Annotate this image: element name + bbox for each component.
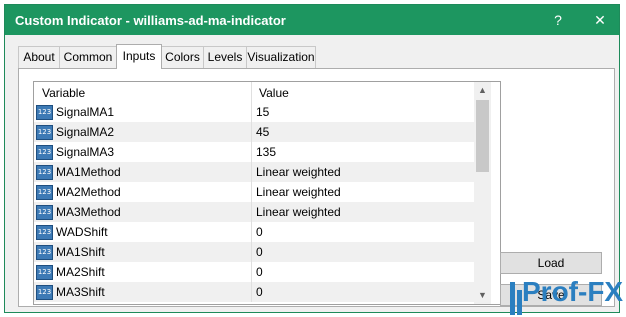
integer-icon: 123 bbox=[36, 245, 53, 260]
row-value[interactable]: 0 bbox=[256, 245, 263, 259]
row-name: MA1Shift bbox=[56, 245, 105, 259]
row-value[interactable]: 0 bbox=[256, 225, 263, 239]
scroll-thumb[interactable] bbox=[476, 100, 489, 172]
row-value[interactable]: 15 bbox=[256, 105, 269, 119]
row-name: MA1Method bbox=[56, 165, 121, 179]
table-row[interactable]: 123 SignalMA1 15 bbox=[34, 102, 474, 122]
row-value[interactable]: 0 bbox=[256, 265, 263, 279]
table-row[interactable]: 123 MA1Shift 0 bbox=[34, 242, 474, 262]
tab-colors[interactable]: Colors bbox=[161, 46, 204, 68]
row-value[interactable]: Linear weighted bbox=[256, 165, 341, 179]
cell-divider bbox=[251, 242, 252, 262]
table-row[interactable]: 123 MA3Shift 0 bbox=[34, 282, 474, 302]
grid-header: Variable Value bbox=[34, 82, 474, 102]
integer-icon: 123 bbox=[36, 145, 53, 160]
row-name: MA3Method bbox=[56, 205, 121, 219]
row-name: MA2Shift bbox=[56, 265, 105, 279]
tab-about[interactable]: About bbox=[18, 46, 60, 68]
table-row[interactable]: 123 MA3Method Linear weighted bbox=[34, 202, 474, 222]
table-row[interactable]: 123 MA2Shift 0 bbox=[34, 262, 474, 282]
scroll-down-icon[interactable]: ▼ bbox=[474, 287, 491, 304]
table-row[interactable]: 123 WADShift 0 bbox=[34, 222, 474, 242]
close-icon[interactable]: ✕ bbox=[585, 5, 615, 35]
cell-divider bbox=[251, 282, 252, 302]
integer-icon: 123 bbox=[36, 165, 53, 180]
header-value[interactable]: Value bbox=[259, 86, 289, 100]
integer-icon: 123 bbox=[36, 265, 53, 280]
integer-icon: 123 bbox=[36, 105, 53, 120]
row-name: MA2Method bbox=[56, 185, 121, 199]
cell-divider bbox=[251, 222, 252, 242]
row-name: SignalMA3 bbox=[56, 145, 115, 159]
header-divider[interactable] bbox=[251, 82, 252, 102]
integer-icon: 123 bbox=[36, 225, 53, 240]
dialog-window: Custom Indicator - williams-ad-ma-indica… bbox=[4, 4, 620, 313]
row-value[interactable]: Linear weighted bbox=[256, 205, 341, 219]
cell-divider bbox=[251, 142, 252, 162]
row-value[interactable]: 0 bbox=[256, 285, 263, 299]
tab-inputs[interactable]: Inputs bbox=[116, 44, 162, 69]
row-name: MA3Shift bbox=[56, 285, 105, 299]
help-icon[interactable]: ? bbox=[543, 5, 573, 35]
table-row[interactable]: 123 SignalMA3 135 bbox=[34, 142, 474, 162]
cell-divider bbox=[251, 162, 252, 182]
cell-divider bbox=[251, 262, 252, 282]
cell-divider bbox=[251, 122, 252, 142]
table-row[interactable]: 123 MA1Method Linear weighted bbox=[34, 162, 474, 182]
logo-bar-icon bbox=[510, 282, 515, 315]
table-row[interactable]: 123 MA2Method Linear weighted bbox=[34, 182, 474, 202]
watermark-logo: Prof-FX bbox=[508, 268, 626, 317]
integer-icon: 123 bbox=[36, 285, 53, 300]
tab-common[interactable]: Common bbox=[59, 46, 117, 68]
cell-divider bbox=[251, 102, 252, 122]
table-row[interactable]: 123 SignalMA2 45 bbox=[34, 122, 474, 142]
row-name: WADShift bbox=[56, 225, 108, 239]
tab-levels[interactable]: Levels bbox=[203, 46, 247, 68]
row-value[interactable]: 135 bbox=[256, 145, 276, 159]
vertical-scrollbar[interactable]: ▲ ▼ bbox=[474, 82, 491, 304]
watermark-text: Prof-FX bbox=[522, 276, 624, 307]
title-bar[interactable]: Custom Indicator - williams-ad-ma-indica… bbox=[5, 5, 619, 35]
inputs-grid: Variable Value 123 SignalMA1 15 123 Sign… bbox=[33, 81, 501, 305]
tab-visualization[interactable]: Visualization bbox=[246, 46, 316, 68]
row-name: SignalMA2 bbox=[56, 125, 115, 139]
integer-icon: 123 bbox=[36, 205, 53, 220]
integer-icon: 123 bbox=[36, 185, 53, 200]
integer-icon: 123 bbox=[36, 125, 53, 140]
row-value[interactable]: 45 bbox=[256, 125, 269, 139]
header-variable[interactable]: Variable bbox=[42, 86, 85, 100]
cell-divider bbox=[251, 202, 252, 222]
cell-divider bbox=[251, 182, 252, 202]
window-title: Custom Indicator - williams-ad-ma-indica… bbox=[15, 13, 286, 28]
row-value[interactable]: Linear weighted bbox=[256, 185, 341, 199]
row-name: SignalMA1 bbox=[56, 105, 115, 119]
scroll-up-icon[interactable]: ▲ bbox=[474, 82, 491, 99]
